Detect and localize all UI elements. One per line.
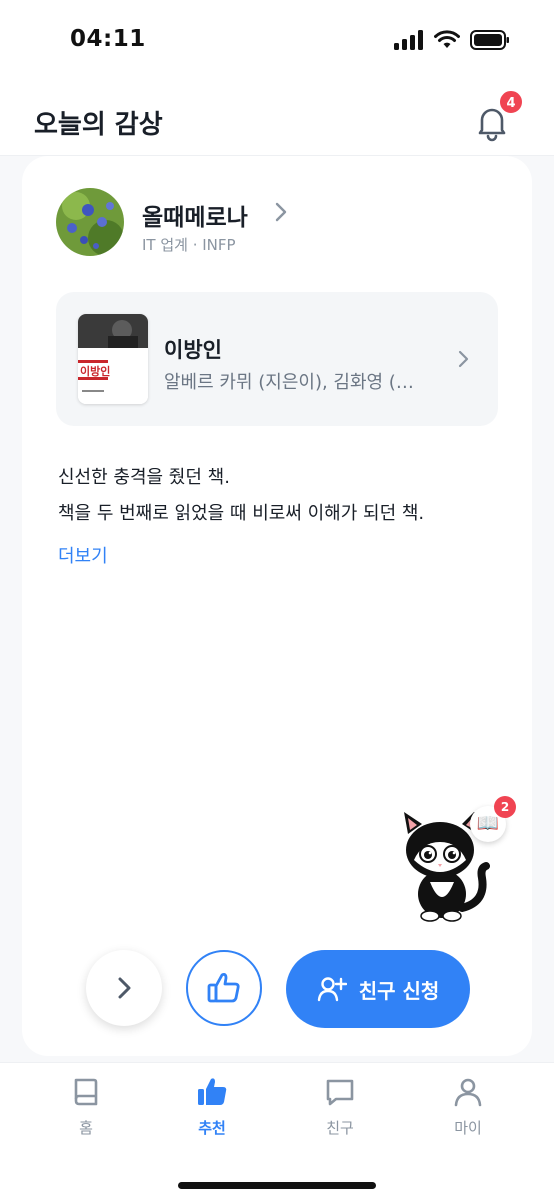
open-book-icon: 📖 — [476, 813, 500, 834]
add-person-icon — [317, 977, 347, 1002]
person-icon — [454, 1078, 482, 1107]
profile-meta: IT 업계 · INFP — [142, 236, 236, 254]
status-bar: 04:11 — [0, 0, 554, 84]
tab-my[interactable]: 마이 — [428, 1075, 508, 1138]
friend-request-label: 친구 신청 — [358, 978, 440, 1003]
book-title: 이방인 — [164, 338, 222, 362]
home-indicator — [178, 1182, 376, 1189]
avatar-image — [56, 188, 124, 256]
avatar[interactable] — [56, 188, 124, 256]
status-icons — [394, 30, 510, 50]
book-cover-title: 이방인 — [80, 365, 111, 378]
thumbs-up-icon — [207, 973, 240, 1003]
tab-label: 추천 — [198, 1119, 226, 1137]
tab-bar: 홈 추천 친구 마이 — [0, 1062, 554, 1200]
chat-icon — [326, 1079, 354, 1106]
chevron-right-icon[interactable] — [272, 200, 290, 224]
chevron-right-icon — [118, 977, 131, 999]
tab-label: 마이 — [454, 1119, 482, 1137]
wifi-icon — [434, 30, 460, 48]
notification-badge: 4 — [498, 89, 524, 115]
next-button[interactable] — [86, 950, 162, 1026]
battery-icon — [470, 30, 509, 50]
page-title: 오늘의 감상 — [34, 110, 163, 140]
thumbs-up-icon — [198, 1078, 227, 1105]
book-icon — [74, 1078, 98, 1106]
review-line: 책을 두 번째로 읽었을 때 비로써 이해가 되던 책. — [58, 503, 425, 524]
status-time: 04:11 — [70, 26, 146, 52]
book-cover-image — [78, 314, 148, 404]
tab-recommend[interactable]: 추천 — [172, 1075, 252, 1138]
profile-name[interactable]: 올때메로나 — [142, 198, 248, 232]
tab-label: 홈 — [79, 1119, 93, 1137]
signal-icon — [394, 30, 423, 50]
book-item[interactable]: 이방인 이방인 알베르 카뮈 (지은이), 김화영 (… — [56, 292, 498, 426]
tab-friends[interactable]: 친구 — [300, 1075, 380, 1138]
like-button[interactable] — [186, 950, 262, 1026]
friend-request-button[interactable]: 친구 신청 — [286, 950, 470, 1028]
app-header: 오늘의 감상 — [0, 84, 554, 156]
more-link[interactable]: 더보기 — [58, 542, 108, 568]
tab-home[interactable]: 홈 — [46, 1075, 126, 1138]
chevron-right-icon — [458, 350, 469, 368]
tab-label: 친구 — [326, 1119, 354, 1137]
book-cover: 이방인 — [78, 314, 148, 404]
book-author: 알베르 카뮈 (지은이), 김화영 (… — [164, 372, 414, 393]
mascot-badge: 2 — [494, 796, 516, 818]
review-line: 신선한 충격을 줬던 책. — [58, 467, 230, 488]
review-text: 신선한 충격을 줬던 책. 책을 두 번째로 읽었을 때 비로써 이해가 되던 … — [58, 460, 508, 532]
